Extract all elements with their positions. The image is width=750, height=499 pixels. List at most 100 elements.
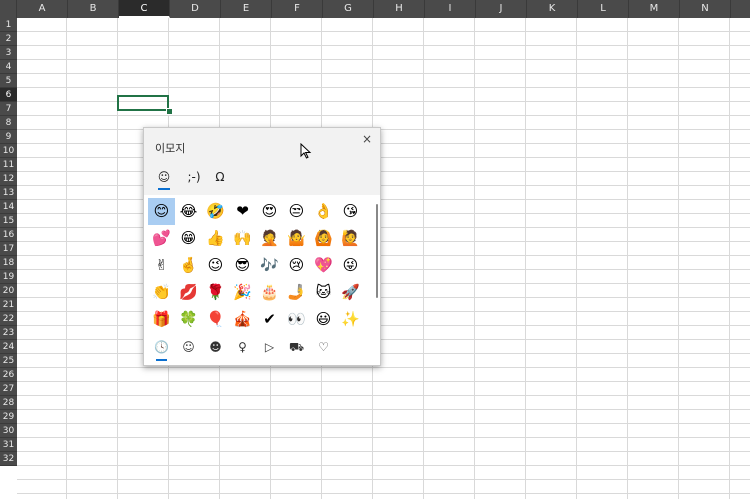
active-cell-c6[interactable] — [117, 95, 169, 111]
emoji-cell[interactable]: 🎈 — [202, 306, 229, 333]
emoji-cell[interactable]: 🙌 — [229, 225, 256, 252]
column-header-f[interactable]: F — [272, 0, 323, 18]
emoji-cell[interactable]: ✨ — [337, 306, 364, 333]
row-header-7[interactable]: 7 — [0, 102, 17, 116]
column-header-o[interactable]: O — [731, 0, 750, 18]
row-header-8[interactable]: 8 — [0, 116, 17, 130]
emoji-cell[interactable]: ✌ — [148, 252, 175, 279]
emoji-cell[interactable]: 👀 — [283, 306, 310, 333]
emoji-cell[interactable]: ❤ — [229, 198, 256, 225]
tab-emoji[interactable]: ☺ — [154, 168, 174, 190]
fill-handle[interactable] — [166, 108, 173, 115]
row-header-11[interactable]: 11 — [0, 158, 17, 172]
row-header-32[interactable]: 32 — [0, 452, 17, 466]
row-header-2[interactable]: 2 — [0, 32, 17, 46]
emoji-cell[interactable]: 🎂 — [256, 279, 283, 306]
row-header-19[interactable]: 19 — [0, 270, 17, 284]
emoji-cell[interactable]: 😢 — [283, 252, 310, 279]
column-header-g[interactable]: G — [323, 0, 374, 18]
row-header-29[interactable]: 29 — [0, 410, 17, 424]
column-header-e[interactable]: E — [221, 0, 272, 18]
emoji-cell[interactable]: 🎁 — [148, 306, 175, 333]
emoji-cell[interactable]: 😃 — [310, 306, 337, 333]
row-header-17[interactable]: 17 — [0, 242, 17, 256]
row-header-20[interactable]: 20 — [0, 284, 17, 298]
recent-icon[interactable]: 🕓 — [148, 335, 175, 363]
emoji-cell[interactable]: 😉 — [202, 252, 229, 279]
row-header-28[interactable]: 28 — [0, 396, 17, 410]
column-header-a[interactable]: A — [17, 0, 68, 18]
emoji-cell[interactable]: 🍀 — [175, 306, 202, 333]
row-header-27[interactable]: 27 — [0, 382, 17, 396]
travel-icon[interactable]: ▷ — [256, 335, 283, 363]
emoji-cell[interactable]: 😜 — [337, 252, 364, 279]
row-header-1[interactable]: 1 — [0, 18, 17, 32]
row-header-12[interactable]: 12 — [0, 172, 17, 186]
vehicle-icon[interactable]: ⛟ — [283, 335, 310, 363]
emoji-cell[interactable]: 🚀 — [337, 279, 364, 306]
emoji-cell[interactable]: 🎉 — [229, 279, 256, 306]
row-header-5[interactable]: 5 — [0, 74, 17, 88]
heart-icon[interactable]: ♡ — [310, 335, 337, 363]
row-header-15[interactable]: 15 — [0, 214, 17, 228]
emoji-cell[interactable]: 🤣 — [202, 198, 229, 225]
emoji-cell[interactable]: 😂 — [175, 198, 202, 225]
emoji-cell[interactable]: 👌 — [310, 198, 337, 225]
emoji-cell[interactable]: 🎶 — [256, 252, 283, 279]
emoji-cell[interactable]: 🎪 — [229, 306, 256, 333]
emoji-cell[interactable]: 😍 — [256, 198, 283, 225]
column-header-h[interactable]: H — [374, 0, 425, 18]
row-header-10[interactable]: 10 — [0, 144, 17, 158]
column-header-b[interactable]: B — [68, 0, 119, 18]
emoji-cell[interactable]: 😎 — [229, 252, 256, 279]
emoji-cell[interactable]: 🌹 — [202, 279, 229, 306]
close-button[interactable]: × — [360, 132, 374, 146]
column-header-i[interactable]: I — [425, 0, 476, 18]
select-all-corner[interactable] — [0, 0, 17, 18]
row-header-21[interactable]: 21 — [0, 298, 17, 312]
emoji-cell[interactable]: 🤦 — [256, 225, 283, 252]
smiley-people-icon[interactable]: ☺ — [175, 335, 202, 363]
row-header-24[interactable]: 24 — [0, 340, 17, 354]
row-header-30[interactable]: 30 — [0, 424, 17, 438]
emoji-cell[interactable]: 🙆 — [310, 225, 337, 252]
row-header-4[interactable]: 4 — [0, 60, 17, 74]
emoji-cell[interactable]: 👍 — [202, 225, 229, 252]
emoji-cell[interactable]: 💖 — [310, 252, 337, 279]
column-header-d[interactable]: D — [170, 0, 221, 18]
row-header-22[interactable]: 22 — [0, 312, 17, 326]
row-header-18[interactable]: 18 — [0, 256, 17, 270]
row-header-9[interactable]: 9 — [0, 130, 17, 144]
scrollbar[interactable] — [376, 204, 378, 298]
emoji-cell[interactable]: 🤞 — [175, 252, 202, 279]
column-header-m[interactable]: M — [629, 0, 680, 18]
column-header-c[interactable]: C — [119, 0, 170, 18]
column-header-j[interactable]: J — [476, 0, 527, 18]
emoji-cell[interactable]: 💕 — [148, 225, 175, 252]
tab-kaomoji[interactable]: ;-) — [181, 168, 207, 190]
celebration-icon[interactable]: ☻ — [202, 335, 229, 363]
emoji-cell[interactable]: 🙋 — [337, 225, 364, 252]
row-header-6[interactable]: 6 — [0, 88, 17, 102]
tab-symbols[interactable]: Ω — [210, 168, 230, 190]
column-header-k[interactable]: K — [527, 0, 578, 18]
emoji-cell[interactable]: 😁 — [175, 225, 202, 252]
row-header-13[interactable]: 13 — [0, 186, 17, 200]
emoji-cell[interactable]: 😘 — [337, 198, 364, 225]
cell-grid[interactable] — [17, 18, 750, 499]
emoji-cell[interactable]: 👏 — [148, 279, 175, 306]
emoji-cell[interactable]: 🤳 — [283, 279, 310, 306]
column-header-l[interactable]: L — [578, 0, 629, 18]
emoji-cell[interactable]: 😒 — [283, 198, 310, 225]
column-header-n[interactable]: N — [680, 0, 731, 18]
row-header-3[interactable]: 3 — [0, 46, 17, 60]
emoji-cell[interactable]: 💋 — [175, 279, 202, 306]
emoji-cell[interactable]: 🐱 — [310, 279, 337, 306]
row-header-23[interactable]: 23 — [0, 326, 17, 340]
emoji-cell[interactable]: 🤷 — [283, 225, 310, 252]
food-icon[interactable]: ♀ — [229, 335, 256, 363]
row-header-25[interactable]: 25 — [0, 354, 17, 368]
row-header-26[interactable]: 26 — [0, 368, 17, 382]
emoji-cell[interactable]: ✔ — [256, 306, 283, 333]
row-header-14[interactable]: 14 — [0, 200, 17, 214]
